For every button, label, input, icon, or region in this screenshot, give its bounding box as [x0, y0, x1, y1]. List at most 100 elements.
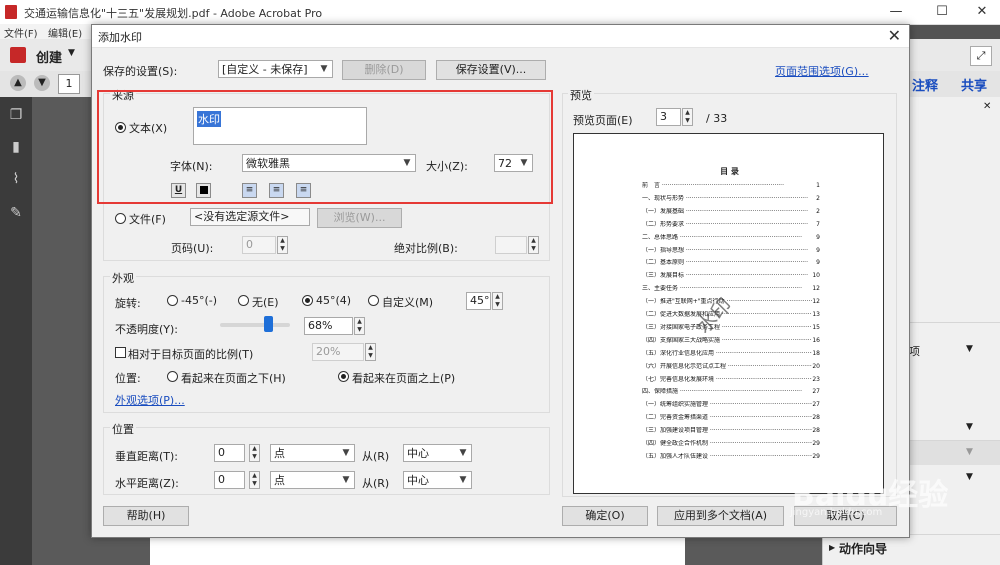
- dialog-close-icon[interactable]: ✕: [888, 26, 901, 45]
- relative-scale-field[interactable]: 20%: [312, 343, 364, 361]
- vertical-from-select[interactable]: 中心 ▼: [403, 444, 472, 462]
- ok-button[interactable]: 确定(O): [562, 506, 648, 526]
- signature-icon[interactable]: ✎: [8, 205, 24, 221]
- toc-title: （一）指导思想 ································…: [642, 246, 808, 254]
- toc-page: 9: [816, 233, 820, 241]
- page-number-input[interactable]: 1: [58, 74, 80, 94]
- pages-icon[interactable]: ❐: [8, 107, 24, 123]
- absolute-scale-stepper[interactable]: ▲ ▼: [528, 236, 539, 254]
- toc-page: 28: [812, 427, 820, 435]
- toc-title: （二）形势要求 ································…: [642, 220, 808, 228]
- on-top-radio[interactable]: [338, 371, 349, 382]
- action-wizard-panel[interactable]: 动作向导: [839, 540, 887, 557]
- pdf-file-icon: [5, 5, 17, 19]
- position-group-label: 位置: [110, 421, 136, 437]
- vertical-distance-field[interactable]: 0: [214, 444, 245, 462]
- relative-scale-label: 相对于目标页面的比例(T): [128, 348, 254, 361]
- toc-row: （二）形势要求 ································…: [642, 220, 820, 228]
- position-layer-label: 位置:: [115, 372, 141, 385]
- rotation-custom-radio[interactable]: [368, 295, 379, 306]
- rotation-45-radio[interactable]: [302, 295, 313, 306]
- close-pane-icon[interactable]: ✕: [983, 101, 991, 112]
- toc-row: （一）发展基础 ································…: [642, 207, 820, 215]
- horizontal-distance-field[interactable]: 0: [214, 471, 245, 489]
- browse-button[interactable]: 浏览(W)...: [317, 208, 402, 228]
- toc-page: 20: [812, 362, 820, 370]
- vertical-unit-select[interactable]: 点 ▼: [270, 444, 355, 462]
- rotation-minus45-radio[interactable]: [167, 295, 178, 306]
- page-range-options-link[interactable]: 页面范围选项(G)...: [775, 63, 869, 79]
- app-titlebar: 交通运输信息化"十三五"发展规划.pdf - Adobe Acrobat Pro…: [0, 0, 1000, 25]
- create-button[interactable]: 创建: [36, 47, 62, 66]
- chevron-down-icon[interactable]: ▼: [966, 472, 973, 482]
- saved-settings-select[interactable]: [自定义 - 未保存] ▼: [218, 60, 333, 78]
- vertical-distance-stepper[interactable]: ▲ ▼: [249, 444, 260, 462]
- source-file-radio[interactable]: [115, 213, 126, 224]
- rotation-custom-label: 自定义(M): [382, 296, 434, 309]
- save-settings-button[interactable]: 保存设置(V)...: [436, 60, 546, 80]
- relative-scale-stepper[interactable]: ▲ ▼: [365, 343, 376, 361]
- page-number-stepper[interactable]: ▲ ▼: [277, 236, 288, 254]
- chevron-down-icon[interactable]: ▼: [966, 447, 973, 457]
- toc-row: （三）加强建设项目管理 ····························…: [642, 427, 820, 435]
- toc-page: 2: [816, 194, 820, 202]
- attachment-icon[interactable]: ⌇: [8, 171, 24, 187]
- menu-file[interactable]: 文件(F): [4, 25, 38, 40]
- highlight-box: [97, 90, 553, 204]
- expand-icon[interactable]: ⤢: [970, 46, 992, 66]
- opacity-stepper[interactable]: ▲ ▼: [354, 317, 365, 335]
- toc-page: 13: [812, 311, 820, 318]
- page-number-field[interactable]: 0: [242, 236, 276, 254]
- pane-item-label[interactable]: 项: [909, 343, 920, 359]
- toc-row: 四、保障措施 ·································…: [642, 388, 820, 396]
- source-file-label: 文件(F): [129, 213, 166, 226]
- relative-scale-checkbox[interactable]: [115, 347, 126, 358]
- minimize-icon[interactable]: —: [876, 2, 916, 22]
- help-button[interactable]: 帮助(H): [103, 506, 189, 526]
- rotation-stepper[interactable]: ▲ ▼: [492, 292, 503, 310]
- toc-page: 15: [812, 323, 820, 331]
- toc-title: （五）加强人才队伍建设 ····························…: [642, 452, 820, 460]
- behind-page-radio[interactable]: [167, 371, 178, 382]
- rotation-custom-field[interactable]: 45°: [466, 292, 491, 310]
- tab-share[interactable]: 共享: [961, 75, 987, 94]
- absolute-scale-field[interactable]: [495, 236, 527, 254]
- vertical-from-label: 从(R): [362, 450, 390, 463]
- menu-bar: 文件(F) 编辑(E): [0, 24, 100, 40]
- horizontal-distance-stepper[interactable]: ▲ ▼: [249, 471, 260, 489]
- chevron-down-icon[interactable]: ▼: [966, 422, 973, 432]
- opacity-slider-track[interactable]: [220, 323, 290, 327]
- toc-page: 7: [816, 220, 820, 228]
- toc-row: 一、现状与形势 ································…: [642, 194, 820, 202]
- rotation-none-radio[interactable]: [238, 295, 249, 306]
- rotation-none-label: 无(E): [252, 296, 279, 309]
- preview-page-label: 预览页面(E): [573, 114, 633, 127]
- prev-page-icon[interactable]: ▲: [10, 75, 26, 91]
- toc-title: 二、总体思路 ·································…: [642, 233, 802, 241]
- chevron-down-icon: ▼: [342, 448, 350, 458]
- chevron-down-icon[interactable]: ▼: [966, 344, 973, 354]
- toc-row: （四）健全政企合作机制 ····························…: [642, 440, 820, 447]
- preview-page-field[interactable]: 3: [656, 108, 681, 126]
- toc-title: 前 言 ····································…: [642, 182, 784, 189]
- menu-edit[interactable]: 编辑(E): [48, 25, 82, 40]
- toc-page: 18: [812, 349, 820, 357]
- tab-comment[interactable]: 注释: [912, 75, 938, 94]
- chevron-down-icon: ▼: [320, 64, 328, 74]
- toc-row: （一）指导思想 ································…: [642, 246, 820, 254]
- opacity-field[interactable]: 68%: [304, 317, 353, 335]
- preview-page-stepper[interactable]: ▲ ▼: [682, 108, 693, 126]
- toc-page: 29: [812, 440, 820, 447]
- apply-multiple-button[interactable]: 应用到多个文档(A): [657, 506, 784, 526]
- horizontal-unit-select[interactable]: 点 ▼: [270, 471, 355, 489]
- opacity-slider-thumb[interactable]: [263, 316, 273, 332]
- delete-settings-button[interactable]: 删除(D): [342, 60, 426, 80]
- maximize-icon[interactable]: ☐: [922, 2, 962, 22]
- next-page-icon[interactable]: ▼: [34, 75, 50, 91]
- close-window-icon[interactable]: ✕: [962, 2, 1000, 22]
- appearance-options-link[interactable]: 外观选项(P)...: [115, 392, 185, 408]
- chevron-down-icon[interactable]: ▼: [68, 48, 75, 58]
- bookmark-icon[interactable]: ▮: [8, 139, 24, 155]
- horizontal-from-select[interactable]: 中心 ▼: [403, 471, 472, 489]
- dialog-title: 添加水印: [98, 31, 142, 44]
